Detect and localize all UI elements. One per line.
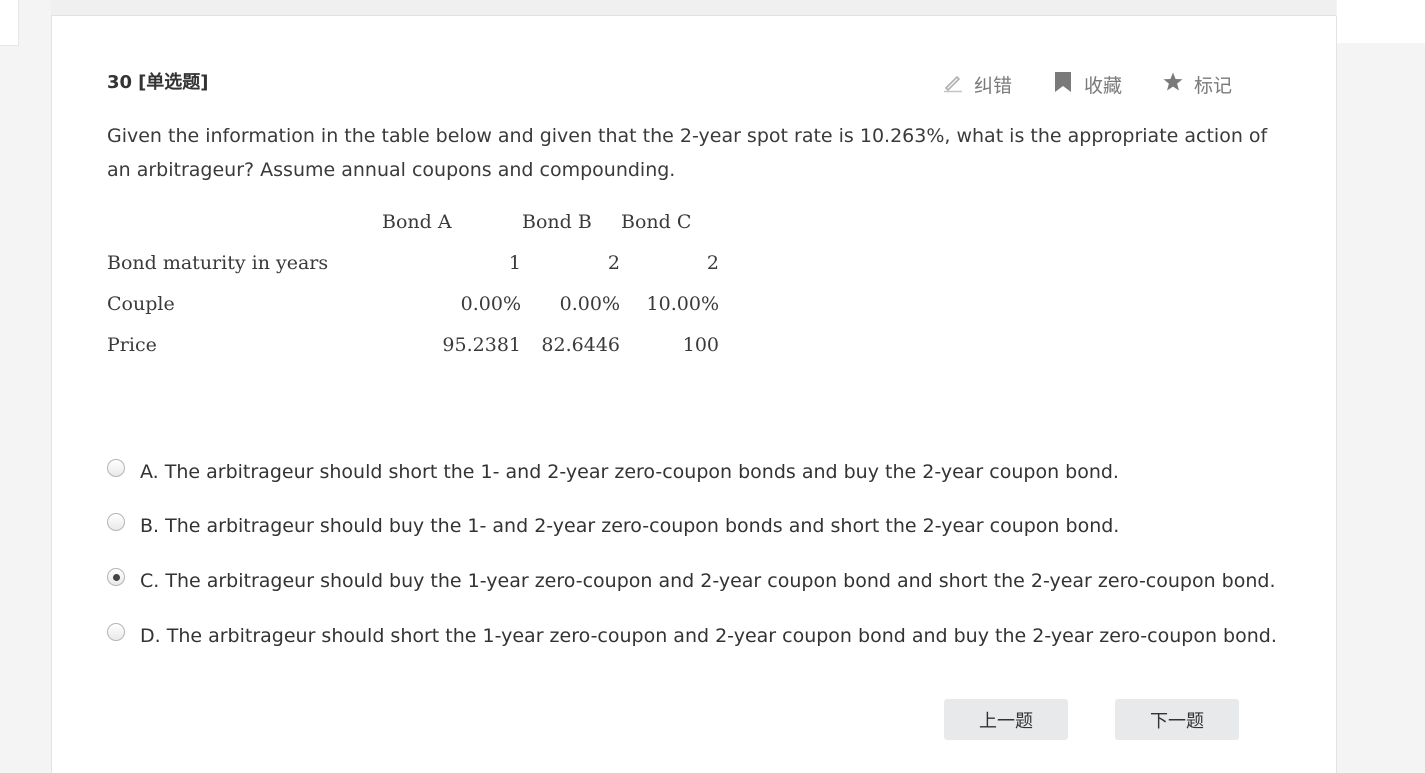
option-b-radio[interactable] (107, 513, 125, 531)
table-cell: 82.6446 (541, 334, 620, 356)
mark-button[interactable]: 标记 (1162, 71, 1232, 98)
table-header: Bond B (522, 211, 592, 233)
option-a[interactable]: A. The arbitrageur should short the 1- a… (107, 459, 1307, 489)
right-panel-edge (1337, 0, 1425, 43)
question-type: [单选题] (138, 72, 209, 93)
star-icon (1162, 71, 1184, 98)
favorite-label: 收藏 (1084, 74, 1123, 97)
mark-label: 标记 (1194, 74, 1233, 97)
table-cell: 1 (508, 252, 521, 274)
row-label: Price (107, 334, 157, 356)
report-error-label: 纠错 (974, 74, 1013, 97)
question-stem: Given the information in the table below… (107, 125, 1268, 181)
bookmark-icon (1052, 71, 1074, 98)
option-d-text: D. The arbitrageur should short the 1-ye… (140, 625, 1277, 647)
question-toolbar: 纠错 收藏 标记 (942, 69, 1232, 99)
table-cell: 2 (607, 252, 620, 274)
favorite-button[interactable]: 收藏 (1052, 71, 1122, 98)
row-label: Bond maturity in years (107, 252, 329, 274)
option-c-radio[interactable] (107, 568, 125, 586)
prev-question-button[interactable]: 上一题 (944, 699, 1068, 740)
table-cell: 100 (682, 334, 719, 356)
question-card: 30 [单选题] 纠错 收藏 标记 Given the information … (51, 16, 1337, 773)
option-c-text: C. The arbitrageur should buy the 1-year… (140, 570, 1276, 592)
table-header: Bond C (621, 211, 692, 233)
option-d[interactable]: D. The arbitrageur should short the 1-ye… (107, 623, 1307, 653)
table-cell: 10.00% (646, 293, 719, 315)
top-band (51, 0, 1336, 16)
question-header: 30 [单选题] (107, 68, 209, 94)
report-error-button[interactable]: 纠错 (942, 71, 1012, 98)
next-question-button[interactable]: 下一题 (1115, 699, 1239, 740)
option-a-text: A. The arbitrageur should short the 1- a… (140, 461, 1119, 483)
table-cell: 0.00% (559, 293, 620, 315)
left-panel-edge (0, 0, 19, 46)
row-label: Couple (107, 293, 175, 315)
pencil-icon (942, 71, 964, 98)
table-cell: 2 (706, 252, 719, 274)
table-cell: 0.00% (460, 293, 521, 315)
option-b-text: B. The arbitrageur should buy the 1- and… (140, 515, 1120, 537)
option-d-radio[interactable] (107, 623, 125, 641)
table-cell: 95.2381 (442, 334, 521, 356)
option-c[interactable]: C. The arbitrageur should buy the 1-year… (107, 568, 1307, 598)
option-b[interactable]: B. The arbitrageur should buy the 1- and… (107, 513, 1307, 543)
option-a-radio[interactable] (107, 459, 125, 477)
table-header: Bond A (382, 211, 452, 233)
question-number: 30 (107, 72, 133, 93)
